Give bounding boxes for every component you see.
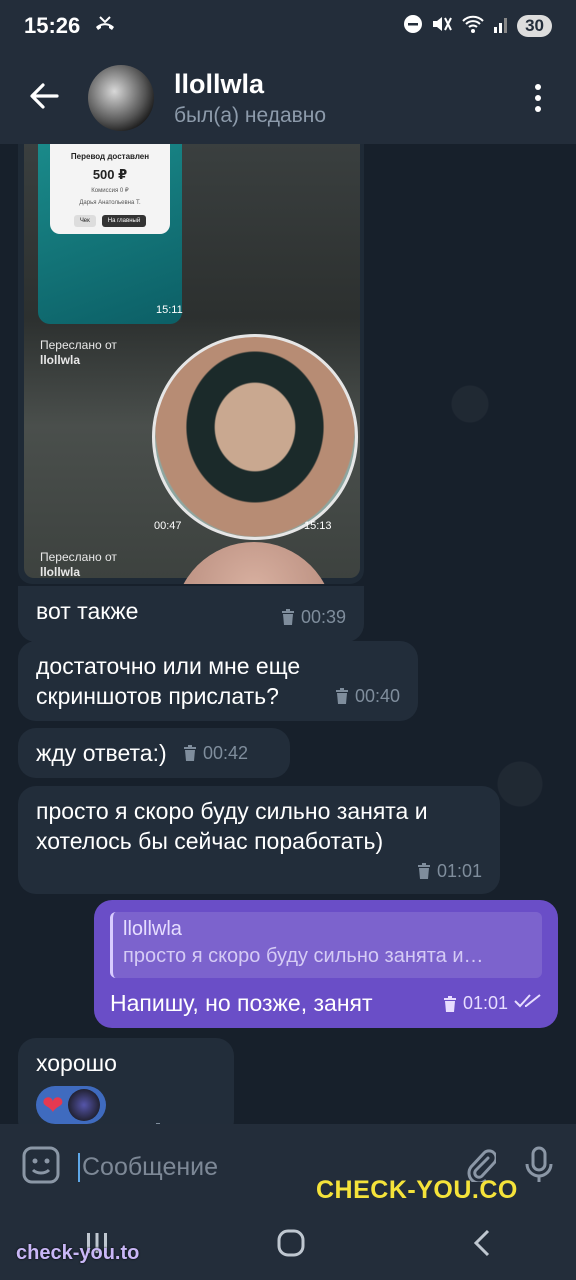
forwarded-from-name[interactable]: llollwla	[40, 565, 80, 579]
screenshot-time: 15:11	[156, 304, 183, 316]
receipt-line: Дарья Анатольевна Т.	[79, 200, 141, 206]
home-button[interactable]	[277, 1229, 305, 1262]
contact-status: был(а) недавно	[174, 103, 327, 127]
message-list[interactable]: Перевод доставлен 500 ₽ Комиссия 0 ₽ Дар…	[0, 144, 576, 1124]
heart-icon: ❤	[42, 1090, 64, 1120]
nav-back-button[interactable]	[472, 1229, 492, 1262]
screenshot-thumbnail: Перевод доставлен 500 ₽ Комиссия 0 ₽ Дар…	[38, 144, 183, 324]
message-text: просто я скоро буду сильно занята и хоте…	[36, 798, 428, 854]
more-dot-icon	[535, 84, 541, 90]
more-menu-button[interactable]	[500, 84, 576, 112]
message-meta: 01:01	[417, 856, 482, 886]
message-text: жду ответа:)	[36, 740, 167, 766]
mute-icon	[431, 14, 453, 39]
forwarded-from-name[interactable]: llollwla	[40, 353, 80, 367]
message-meta: 00:42	[183, 738, 248, 768]
forwarded-label: Переслано от llollwla	[40, 550, 117, 580]
wifi-icon	[461, 14, 485, 39]
message-time: 00:42	[203, 743, 249, 763]
contact-info[interactable]: llollwla был(а) недавно	[174, 69, 500, 128]
forwarded-from-text: Переслано от	[40, 550, 117, 564]
reply-quote[interactable]: llollwla просто я скоро буду сильно заня…	[110, 912, 542, 978]
avatar[interactable]	[88, 65, 154, 131]
battery-indicator: 30	[517, 15, 552, 37]
message-time: 01:01	[436, 861, 482, 881]
watermark: CHECK-YOU.CO	[316, 1176, 518, 1204]
reaction-chip[interactable]: ❤	[36, 1086, 106, 1124]
trash-icon	[443, 995, 457, 1012]
status-bar: 15:26 30	[0, 0, 576, 52]
receipt-card: Перевод доставлен 500 ₽ Комиссия 0 ₽ Дар…	[50, 144, 170, 234]
video-duration: 00:47	[154, 520, 182, 532]
message-time: 01:02	[171, 1116, 216, 1124]
missed-call-icon	[94, 13, 116, 39]
message-bubble[interactable]: хорошо ❤ 01:02	[18, 1038, 234, 1124]
reply-author: llollwla	[123, 918, 182, 940]
emoji-button[interactable]	[22, 1146, 60, 1189]
back-button[interactable]	[0, 52, 88, 144]
message-meta: 00:39	[281, 602, 346, 632]
message-bubble[interactable]: достаточно или мне еще скриншотов присла…	[18, 641, 418, 721]
video-circle-message[interactable]	[152, 334, 358, 540]
more-dot-icon	[535, 95, 541, 101]
reactor-avatar	[67, 1089, 100, 1121]
message-bubble[interactable]: просто я скоро буду сильно занята и хоте…	[18, 786, 500, 894]
voice-button[interactable]	[524, 1146, 554, 1189]
forwarded-label: Переслано от llollwla	[40, 338, 117, 368]
trash-icon	[335, 688, 349, 704]
video-circle-message[interactable]	[174, 542, 334, 584]
more-dot-icon	[535, 106, 541, 112]
message-time: 00:40	[354, 686, 400, 706]
trash-icon	[417, 863, 431, 879]
contact-name: llollwla	[174, 68, 265, 99]
message-meta: 01:01	[443, 993, 542, 1014]
forwarded-from-text: Переслано от	[40, 338, 117, 352]
message-bubble[interactable]: жду ответа:) 00:42	[18, 728, 290, 778]
receipt-check-button: Чек	[73, 215, 96, 227]
status-time: 15:26	[24, 13, 81, 38]
trash-icon	[281, 609, 295, 625]
microphone-icon	[524, 1146, 554, 1188]
reply-text: просто я скоро буду сильно занята и…	[123, 945, 484, 967]
receipt-amount: 500 ₽	[92, 167, 128, 182]
message-bubble[interactable]: вот также 00:39	[18, 586, 364, 642]
receipt-title: Перевод доставлен	[70, 152, 150, 161]
photo[interactable]: Перевод доставлен 500 ₽ Комиссия 0 ₽ Дар…	[24, 144, 360, 584]
receipt-line: Комиссия 0 ₽	[91, 188, 129, 194]
receipt-home-button: На главный	[101, 215, 147, 227]
signal-icon	[493, 15, 509, 38]
message-text: вот также	[36, 598, 139, 624]
message-text: хорошо	[36, 1050, 117, 1076]
home-icon	[277, 1229, 305, 1261]
dnd-icon	[403, 14, 423, 39]
arrow-left-icon	[29, 82, 59, 114]
chat-header: llollwla был(а) недавно	[0, 52, 576, 144]
chevron-left-icon	[472, 1229, 492, 1261]
message-meta: 00:40	[335, 681, 400, 711]
watermark: check-you.to	[16, 1242, 140, 1264]
sticker-icon	[22, 1146, 60, 1188]
message-time: 00:39	[300, 607, 346, 627]
message-text: достаточно или мне еще скриншотов присла…	[36, 653, 301, 709]
message-time: 01:01	[462, 993, 508, 1013]
outgoing-message-bubble[interactable]: llollwla просто я скоро буду сильно заня…	[94, 900, 558, 1028]
double-check-icon	[514, 993, 542, 1014]
message-meta: 01:02	[151, 1116, 216, 1124]
trash-icon	[183, 745, 197, 761]
media-message[interactable]: Перевод доставлен 500 ₽ Комиссия 0 ₽ Дар…	[18, 144, 364, 584]
video-time: 15:13	[304, 520, 332, 532]
